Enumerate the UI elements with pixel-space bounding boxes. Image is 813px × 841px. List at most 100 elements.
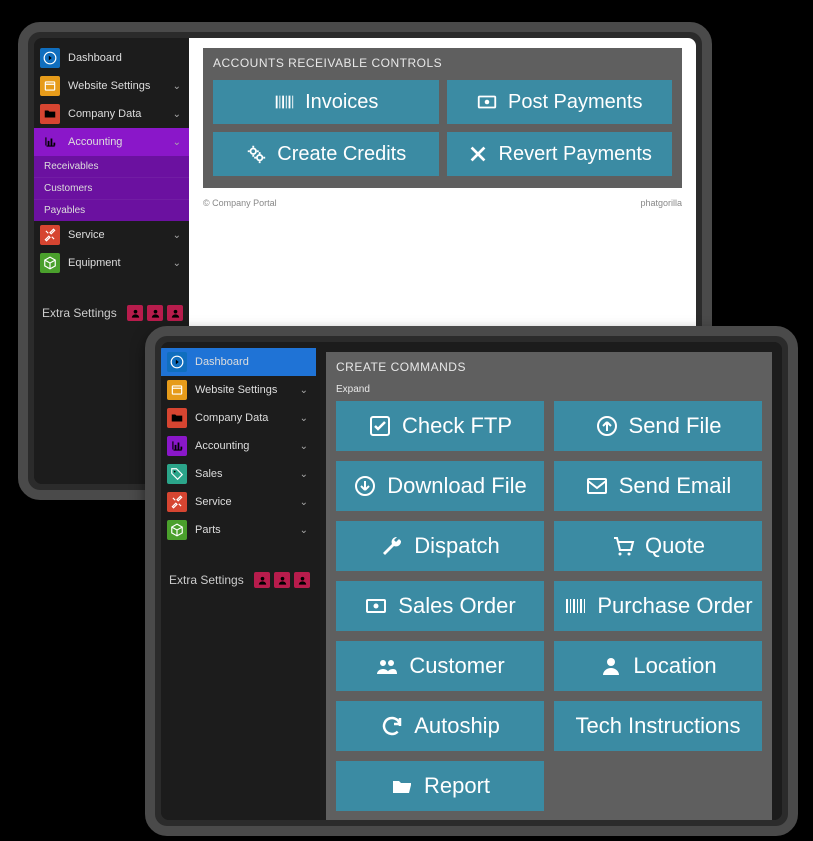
- arrow-right-circle-icon: [167, 352, 187, 372]
- person-icon[interactable]: [294, 572, 310, 588]
- button-label: Download File: [387, 474, 526, 497]
- user-down-icon[interactable]: [147, 305, 163, 321]
- send-file-button[interactable]: Send File: [554, 401, 762, 451]
- sidebar-item-label: Service: [195, 496, 232, 508]
- sidebar-item-company-data[interactable]: Company Data ⌄: [34, 100, 189, 128]
- sidebar-subitem-receivables[interactable]: Receivables: [34, 156, 189, 177]
- sidebar-item-label: Website Settings: [195, 384, 277, 396]
- sales-order-button[interactable]: Sales Order: [336, 581, 544, 631]
- post-payments-button[interactable]: Post Payments: [447, 80, 673, 124]
- footer-copyright: © Company Portal: [203, 198, 277, 208]
- button-label: Quote: [645, 534, 705, 557]
- sidebar-item-label: Service: [68, 229, 105, 241]
- invoices-button[interactable]: Invoices: [213, 80, 439, 124]
- folder-icon: [40, 104, 60, 124]
- folder-icon: [167, 408, 187, 428]
- customer-button[interactable]: Customer: [336, 641, 544, 691]
- button-label: Send Email: [619, 474, 732, 497]
- extra-settings-label: Extra Settings: [42, 306, 117, 320]
- sidebar-item-parts[interactable]: Parts ⌄: [161, 516, 316, 544]
- sidebar-item-label: Website Settings: [68, 80, 150, 92]
- extra-settings-row: Extra Settings: [34, 297, 189, 321]
- chevron-down-icon: ⌄: [300, 497, 308, 508]
- sidebar-item-sales[interactable]: Sales ⌄: [161, 460, 316, 488]
- button-label: Report: [424, 774, 490, 797]
- panel-title: CREATE COMMANDS: [336, 360, 762, 374]
- create-credits-button[interactable]: Create Credits: [213, 132, 439, 176]
- tools-icon: [40, 225, 60, 245]
- chevron-down-icon: ⌄: [173, 81, 181, 92]
- chevron-down-icon: ⌄: [173, 258, 181, 269]
- sidebar-item-accounting[interactable]: Accounting ⌄: [34, 128, 189, 156]
- sidebar: DashboardWebsite Settings⌄Company Data⌄A…: [161, 342, 316, 820]
- chevron-down-icon: ⌄: [300, 441, 308, 452]
- sidebar-item-service[interactable]: Service ⌄: [161, 488, 316, 516]
- user-up-icon[interactable]: [254, 572, 270, 588]
- sidebar-item-dashboard[interactable]: Dashboard: [34, 44, 189, 72]
- chevron-down-icon: ⌄: [300, 385, 308, 396]
- chart-icon: [167, 436, 187, 456]
- tablet-commands: DashboardWebsite Settings⌄Company Data⌄A…: [145, 326, 798, 836]
- sidebar-item-label: Accounting: [68, 136, 122, 148]
- report-button[interactable]: Report: [336, 761, 544, 811]
- expand-link[interactable]: Expand: [336, 384, 762, 395]
- person-icon[interactable]: [167, 305, 183, 321]
- sidebar-item-equipment[interactable]: Equipment⌄: [34, 249, 189, 277]
- chevron-down-icon: ⌄: [300, 413, 308, 424]
- window-icon: [40, 76, 60, 96]
- extra-settings-label: Extra Settings: [169, 573, 244, 587]
- button-label: Check FTP: [402, 414, 512, 437]
- sidebar-item-label: Company Data: [68, 108, 141, 120]
- user-up-icon[interactable]: [127, 305, 143, 321]
- sidebar-subitem-customers[interactable]: Customers: [34, 177, 189, 199]
- user-down-icon[interactable]: [274, 572, 290, 588]
- accounts-receivable-panel: ACCOUNTS RECEIVABLE CONTROLS InvoicesPos…: [203, 48, 682, 188]
- button-label: Send File: [629, 414, 722, 437]
- chart-icon: [40, 132, 60, 152]
- sidebar-item-dashboard[interactable]: Dashboard: [161, 348, 316, 376]
- button-label: Revert Payments: [499, 144, 652, 165]
- button-label: Sales Order: [398, 594, 515, 617]
- sidebar-item-accounting[interactable]: Accounting⌄: [161, 432, 316, 460]
- tools-icon: [167, 492, 187, 512]
- sidebar-item-label: Parts: [195, 524, 221, 536]
- chevron-down-icon: ⌄: [173, 230, 181, 241]
- button-label: Dispatch: [414, 534, 500, 557]
- sidebar-item-label: Dashboard: [68, 52, 122, 64]
- button-label: Tech Instructions: [575, 714, 740, 737]
- sidebar-item-label: Dashboard: [195, 356, 249, 368]
- chevron-down-icon: ⌄: [300, 525, 308, 536]
- button-label: Autoship: [414, 714, 500, 737]
- sidebar-subitem-payables[interactable]: Payables: [34, 199, 189, 221]
- chevron-down-icon: ⌄: [173, 109, 181, 120]
- quote-button[interactable]: Quote: [554, 521, 762, 571]
- sidebar-item-label: Sales: [195, 468, 223, 480]
- sidebar-item-company-data[interactable]: Company Data⌄: [161, 404, 316, 432]
- button-label: Customer: [409, 654, 504, 677]
- sidebar-item-website-settings[interactable]: Website Settings ⌄: [161, 376, 316, 404]
- button-label: Create Credits: [277, 144, 406, 165]
- footer: © Company Portal phatgorilla: [203, 198, 682, 208]
- chevron-down-icon: ⌄: [300, 469, 308, 480]
- screen: DashboardWebsite Settings⌄Company Data⌄A…: [161, 342, 782, 820]
- arrow-right-circle-icon: [40, 48, 60, 68]
- dispatch-button[interactable]: Dispatch: [336, 521, 544, 571]
- check-ftp-button[interactable]: Check FTP: [336, 401, 544, 451]
- tech-instructions-button[interactable]: Tech Instructions: [554, 701, 762, 751]
- autoship-button[interactable]: Autoship: [336, 701, 544, 751]
- revert-payments-button[interactable]: Revert Payments: [447, 132, 673, 176]
- sidebar-item-service[interactable]: Service ⌄: [34, 221, 189, 249]
- tag-icon: [167, 464, 187, 484]
- panel-title: ACCOUNTS RECEIVABLE CONTROLS: [213, 56, 672, 70]
- send-email-button[interactable]: Send Email: [554, 461, 762, 511]
- cube-icon: [167, 520, 187, 540]
- download-file-button[interactable]: Download File: [336, 461, 544, 511]
- chevron-down-icon: ⌄: [173, 137, 181, 148]
- sidebar-item-website-settings[interactable]: Website Settings ⌄: [34, 72, 189, 100]
- create-commands-panel: CREATE COMMANDS Expand Check FTP Send Fil…: [326, 352, 772, 820]
- location-button[interactable]: Location: [554, 641, 762, 691]
- cube-icon: [40, 253, 60, 273]
- main-panel: CREATE COMMANDS Expand Check FTP Send Fil…: [316, 342, 782, 820]
- window-icon: [167, 380, 187, 400]
- purchase-order-button[interactable]: Purchase Order: [554, 581, 762, 631]
